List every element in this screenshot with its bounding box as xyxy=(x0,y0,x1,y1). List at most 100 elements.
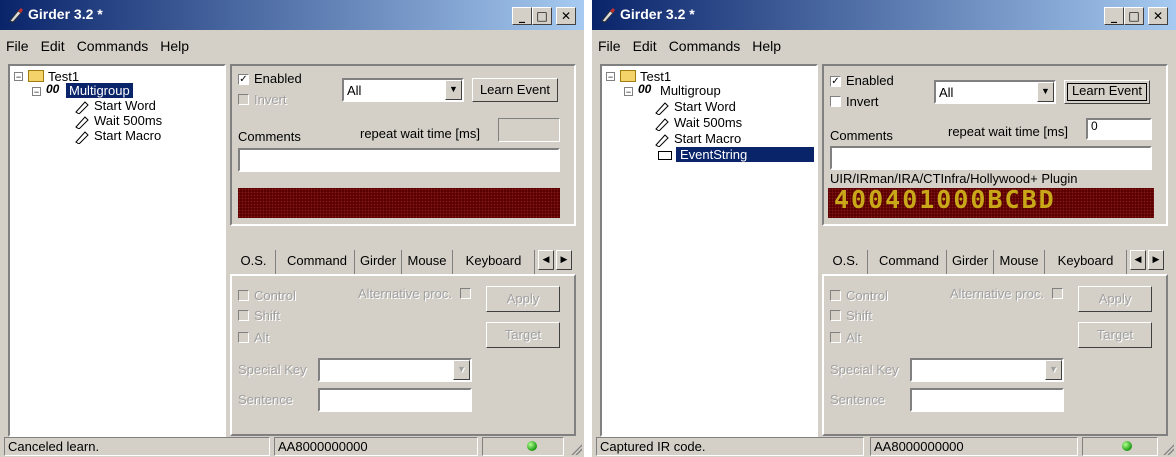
menu-help[interactable]: Help xyxy=(746,34,787,54)
resize-grip-icon[interactable] xyxy=(1162,443,1174,455)
invert-checkbox[interactable] xyxy=(238,94,249,105)
resize-grip-icon[interactable] xyxy=(570,443,582,455)
altproc-checkbox[interactable] xyxy=(1052,288,1063,299)
status-indicator-cell xyxy=(482,437,564,456)
tab-os[interactable]: O.S. xyxy=(232,250,276,274)
comments-input[interactable] xyxy=(830,146,1152,170)
shift-checkbox[interactable] xyxy=(238,310,249,321)
tree-node-start-macro[interactable]: Start Macro xyxy=(94,128,161,143)
tab-command[interactable]: Command xyxy=(872,250,947,274)
tree-collapse-icon[interactable]: − xyxy=(606,72,615,82)
tree-node-multigroup[interactable]: Multigroup xyxy=(660,83,721,98)
chevron-down-icon[interactable]: ▼ xyxy=(445,80,462,100)
close-button[interactable]: ✕ xyxy=(1148,7,1168,25)
folder-icon xyxy=(28,70,44,82)
device-select[interactable]: All ▼ xyxy=(934,80,1056,104)
shift-label: Shift xyxy=(254,308,281,323)
event-string-icon xyxy=(658,151,672,160)
status-message: Canceled learn. xyxy=(4,437,270,456)
menu-edit[interactable]: Edit xyxy=(627,34,663,54)
menu-commands[interactable]: Commands xyxy=(71,34,155,54)
plugin-label: UIR/IRman/IRA/CTInfra/Hollywood+ Plugin xyxy=(830,171,1078,186)
folder-icon xyxy=(620,70,636,82)
tab-girder[interactable]: Girder xyxy=(947,250,994,274)
tree-node-wait[interactable]: Wait 500ms xyxy=(94,113,162,128)
chevron-down-icon[interactable]: ▼ xyxy=(453,360,470,380)
chevron-down-icon[interactable]: ▼ xyxy=(1037,82,1054,102)
tab-scroll-left-icon[interactable]: ◀ xyxy=(538,250,554,270)
girder-window-1: Girder 3.2 * _ □ ✕ File Edit Commands Help … xyxy=(0,0,584,457)
tab-scroll-right-icon[interactable]: ▶ xyxy=(556,250,572,270)
target-button[interactable]: Target xyxy=(1078,322,1152,348)
tree-node-start-macro[interactable]: Start Macro xyxy=(674,131,741,146)
title-bar[interactable]: Girder 3.2 * _ □ ✕ xyxy=(0,0,584,30)
tab-scroll-left-icon[interactable]: ◀ xyxy=(1130,250,1146,270)
sentence-input[interactable] xyxy=(910,388,1064,412)
alt-checkbox[interactable] xyxy=(238,332,249,343)
girder-app-icon xyxy=(9,8,23,23)
comments-input[interactable] xyxy=(238,148,560,172)
maximize-button[interactable]: □ xyxy=(1124,7,1144,25)
window-title: Girder 3.2 * xyxy=(28,6,103,22)
device-select[interactable]: All ▼ xyxy=(342,78,464,102)
menu-help[interactable]: Help xyxy=(154,34,195,54)
tree-node-wait[interactable]: Wait 500ms xyxy=(674,115,742,130)
menu-commands[interactable]: Commands xyxy=(663,34,747,54)
tree-collapse-icon[interactable]: − xyxy=(624,87,633,97)
pencil-icon xyxy=(75,116,89,129)
apply-button[interactable]: Apply xyxy=(1078,286,1152,312)
command-tree[interactable]: − Test1 − 00 Multigroup Start Word Wait … xyxy=(600,64,818,437)
apply-button[interactable]: Apply xyxy=(486,286,560,312)
close-button[interactable]: ✕ xyxy=(556,7,576,25)
tree-node-event-string[interactable]: EventString xyxy=(676,147,814,162)
device-select-value: All xyxy=(939,85,954,100)
alt-checkbox[interactable] xyxy=(830,332,841,343)
title-bar[interactable]: Girder 3.2 * _ □ ✕ xyxy=(592,0,1176,30)
enabled-checkbox[interactable]: ✓ xyxy=(238,74,249,85)
repeat-wait-input[interactable] xyxy=(498,118,560,142)
learn-event-button[interactable]: Learn Event xyxy=(1064,80,1150,104)
repeat-wait-input[interactable]: 0 xyxy=(1086,118,1152,140)
tab-girder[interactable]: Girder xyxy=(355,250,402,274)
minimize-button[interactable]: _ xyxy=(512,7,532,25)
learn-event-button[interactable]: Learn Event xyxy=(472,78,558,102)
alt-label: Alt xyxy=(254,330,270,345)
tree-node-start-word[interactable]: Start Word xyxy=(674,99,736,114)
menu-file[interactable]: File xyxy=(592,34,627,54)
maximize-button[interactable]: □ xyxy=(532,7,552,25)
tab-command[interactable]: Command xyxy=(280,250,355,274)
keyboard-panel: Control Alternative proc. Apply Shift Al… xyxy=(230,274,576,436)
tab-scroll-right-icon[interactable]: ▶ xyxy=(1148,250,1164,270)
control-checkbox[interactable] xyxy=(830,290,841,301)
status-light-icon xyxy=(1122,441,1132,451)
status-code: AA8000000000 xyxy=(870,437,1078,456)
shift-checkbox[interactable] xyxy=(830,310,841,321)
tab-keyboard[interactable]: Keyboard xyxy=(453,250,535,274)
tree-collapse-icon[interactable]: − xyxy=(32,87,41,97)
chevron-down-icon[interactable]: ▼ xyxy=(1045,360,1062,380)
pencil-icon xyxy=(655,102,669,115)
minimize-button[interactable]: _ xyxy=(1104,7,1124,25)
tree-node-multigroup[interactable]: Multigroup xyxy=(66,83,133,98)
tab-keyboard[interactable]: Keyboard xyxy=(1045,250,1127,274)
command-tree[interactable]: − Test1 − 00 Multigroup Start Word Wait … xyxy=(8,64,226,437)
sentence-input[interactable] xyxy=(318,388,472,412)
shift-label: Shift xyxy=(846,308,873,323)
tab-mouse[interactable]: Mouse xyxy=(402,250,453,274)
special-key-select[interactable]: ▼ xyxy=(318,358,472,382)
status-indicator-cell xyxy=(1082,437,1158,456)
control-checkbox[interactable] xyxy=(238,290,249,301)
tab-os[interactable]: O.S. xyxy=(824,250,868,274)
altproc-label: Alternative proc. xyxy=(358,286,452,301)
target-button[interactable]: Target xyxy=(486,322,560,348)
special-key-select[interactable]: ▼ xyxy=(910,358,1064,382)
enabled-checkbox[interactable]: ✓ xyxy=(830,76,841,87)
invert-checkbox[interactable] xyxy=(830,96,841,107)
tree-collapse-icon[interactable]: − xyxy=(14,72,23,82)
menu-file[interactable]: File xyxy=(0,34,35,54)
pencil-icon xyxy=(75,101,89,114)
menu-edit[interactable]: Edit xyxy=(35,34,71,54)
altproc-checkbox[interactable] xyxy=(460,288,471,299)
tab-mouse[interactable]: Mouse xyxy=(994,250,1045,274)
tree-node-start-word[interactable]: Start Word xyxy=(94,98,156,113)
